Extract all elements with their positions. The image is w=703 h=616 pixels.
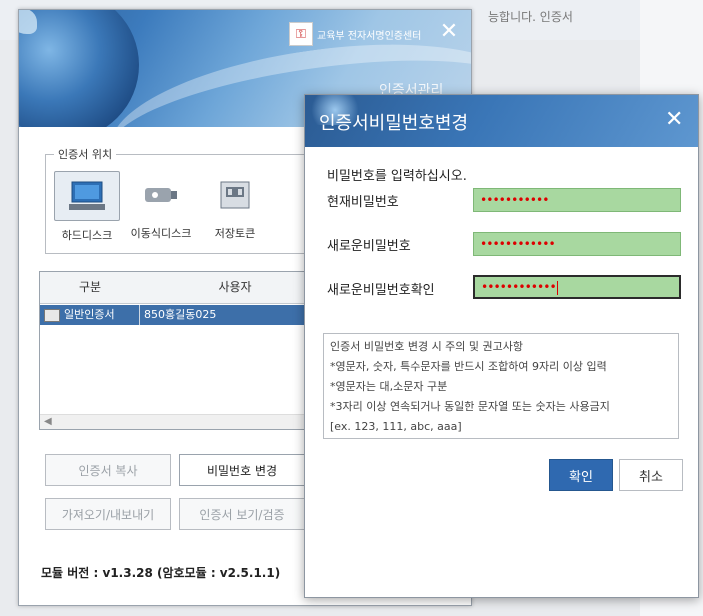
location-hard-disk[interactable]: 하드디스크 [52,171,122,243]
change-password-button[interactable]: 비밀번호 변경 [179,454,305,486]
horizontal-scrollbar[interactable]: ◀ [40,414,330,429]
current-password-field[interactable]: ••••••••••• [473,188,681,212]
password-notice: 인증서 비밀번호 변경 시 주의 및 권고사항 *영문자, 숫자, 특수문자를 … [323,333,679,439]
hard-disk-icon [69,181,105,210]
brand-name: 교육부 전자서명인증센터 [317,30,422,42]
certificate-location-group: 인증서 위치 하드디스크 이동식디스크 저장토큰 [45,146,347,254]
certificate-icon [44,308,60,322]
confirm-button[interactable]: 확인 [549,459,613,491]
module-version: 모듈 버전 : v1.3.28 (암호모듈 : v2.5.1.1) [41,566,281,580]
text-caret [556,280,558,295]
copy-certificate-button[interactable]: 인증서 복사 [45,454,171,486]
dialog-prompt: 비밀번호를 입력하십시오. [327,169,467,184]
location-legend: 인증서 위치 [54,146,117,162]
key-logo-icon: ⚿ [289,22,313,46]
close-icon[interactable]: ✕ [437,20,461,44]
scroll-left-icon[interactable]: ◀ [44,416,52,427]
cancel-button[interactable]: 취소 [619,459,683,491]
dialog-header: 인증서비밀번호변경 ✕ [305,95,698,147]
import-export-button[interactable]: 가져오기/내보내기 [45,498,171,530]
location-removable-disk[interactable]: 이동식디스크 [126,171,196,241]
change-password-dialog: 인증서비밀번호변경 ✕ 비밀번호를 입력하십시오. 현재비밀번호 •••••••… [304,94,699,598]
background-page-text: 능합니다. 인증서 [488,10,573,24]
location-storage-token[interactable]: 저장토큰 [200,171,270,241]
column-header-user[interactable]: 사용자 [140,272,330,304]
security-token-icon [220,181,250,209]
dialog-title: 인증서비밀번호변경 [319,113,469,134]
new-password-label: 새로운비밀번호 [327,239,411,254]
current-password-label: 현재비밀번호 [327,195,399,210]
confirm-password-field[interactable]: •••••••••••• [473,275,681,299]
certificate-table: 구분 사용자 일반인증서 850홍길동025 ◀ [39,271,331,430]
usb-drive-icon [145,188,177,202]
table-row[interactable]: 일반인증서 850홍길동025 [40,305,330,325]
globe-graphic [19,10,139,127]
view-verify-button[interactable]: 인증서 보기/검증 [179,498,305,530]
column-header-type[interactable]: 구분 [40,272,140,304]
new-password-field[interactable]: •••••••••••• [473,232,681,256]
close-icon[interactable]: ✕ [665,109,683,131]
confirm-password-label: 새로운비밀번호확인 [327,283,435,298]
brand: ⚿ 교육부 전자서명인증센터 [289,22,421,46]
